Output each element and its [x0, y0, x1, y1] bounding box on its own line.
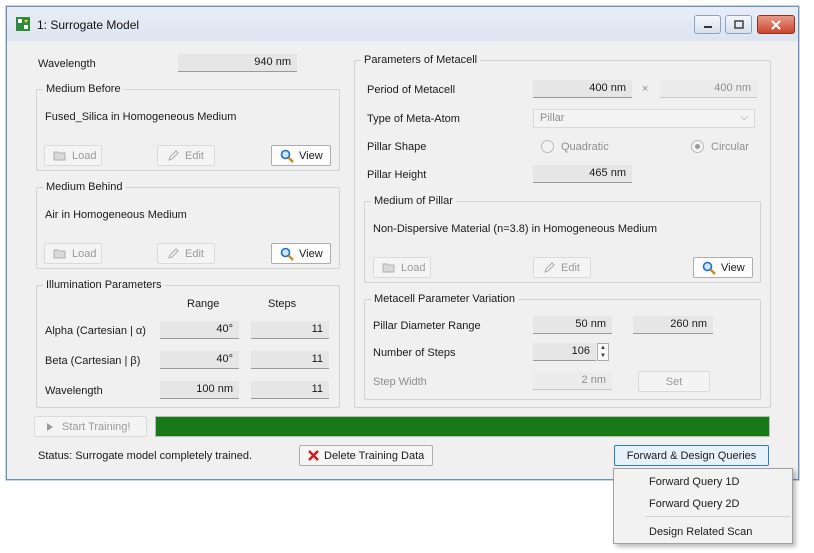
menu-item-forward-query-1d[interactable]: Forward Query 1D	[649, 476, 739, 488]
maximize-button[interactable]	[725, 15, 752, 34]
beta-steps-field[interactable]: 11	[251, 351, 329, 369]
quadratic-label: Quadratic	[561, 141, 609, 153]
pillar-diameter-max-field[interactable]: 260 nm	[633, 316, 713, 334]
close-button[interactable]	[757, 15, 795, 34]
medium-behind-edit-button[interactable]: Edit	[157, 243, 215, 264]
pillar-height-field[interactable]: 465 nm	[533, 165, 632, 183]
pencil-icon	[166, 149, 180, 163]
wavelength-label: Wavelength	[38, 58, 96, 70]
group-title: Metacell Parameter Variation	[371, 293, 519, 305]
medium-before-group: Medium Before Fused_Silica in Homogeneou…	[36, 83, 340, 171]
medium-before-description: Fused_Silica in Homogeneous Medium	[45, 111, 237, 123]
maximize-icon	[733, 19, 744, 29]
magnifier-icon	[280, 247, 294, 261]
period-x-field[interactable]: 400 nm	[533, 80, 632, 98]
spin-up-icon[interactable]: ▲	[598, 344, 608, 352]
close-icon	[771, 19, 781, 30]
group-title: Illumination Parameters	[43, 279, 165, 291]
status-text: Status: Surrogate model completely train…	[38, 450, 253, 462]
period-label: Period of Metacell	[367, 84, 456, 96]
delete-x-icon	[308, 449, 319, 463]
alpha-range-field[interactable]: 40°	[160, 321, 239, 339]
medium-behind-load-button[interactable]: Load	[44, 243, 102, 264]
number-of-steps-label: Number of Steps	[373, 347, 456, 359]
metacell-variation-group: Metacell Parameter Variation Pillar Diam…	[364, 293, 761, 400]
steps-column-header: Steps	[268, 298, 297, 310]
training-progress-bar	[155, 416, 770, 437]
progress-fill	[156, 417, 769, 436]
forward-design-queries-button[interactable]: Forward & Design Queries	[614, 445, 769, 466]
title-bar: 1: Surrogate Model	[7, 7, 798, 41]
circular-label: Circular	[711, 141, 749, 153]
medium-before-view-button[interactable]: View	[271, 145, 331, 166]
folder-icon	[382, 261, 396, 275]
pillar-diameter-label: Pillar Diameter Range	[373, 320, 481, 332]
period-y-field[interactable]: 400 nm	[660, 80, 757, 98]
meta-atom-select[interactable]: Pillar ⌵	[533, 109, 755, 128]
pencil-icon	[166, 247, 180, 261]
steps-spinner[interactable]: ▲ ▼	[597, 343, 609, 361]
pillar-shape-label: Pillar Shape	[367, 141, 427, 153]
menu-item-design-related-scan[interactable]: Design Related Scan	[649, 526, 752, 538]
set-button[interactable]: Set	[638, 371, 710, 392]
delete-training-data-button[interactable]: Delete Training Data	[299, 445, 433, 466]
meta-atom-label: Type of Meta-Atom	[367, 113, 460, 125]
chevron-down-icon: ⌵	[740, 112, 748, 123]
window-title: 1: Surrogate Model	[37, 18, 140, 32]
medium-behind-view-button[interactable]: View	[271, 243, 331, 264]
medium-of-pillar-load-button[interactable]: Load	[373, 257, 431, 278]
magnifier-icon	[280, 149, 294, 163]
surrogate-model-window: 1: Surrogate Model Wavelength 940 nm Med…	[6, 6, 799, 480]
magnifier-icon	[702, 261, 716, 275]
menu-item-forward-query-2d[interactable]: Forward Query 2D	[649, 498, 739, 510]
medium-behind-description: Air in Homogeneous Medium	[45, 209, 187, 221]
group-title: Parameters of Metacell	[361, 54, 481, 66]
illumination-group: Illumination Parameters Range Steps Alph…	[36, 279, 340, 408]
pencil-icon	[542, 261, 556, 275]
beta-range-field[interactable]: 40°	[160, 351, 239, 369]
medium-before-load-button[interactable]: Load	[44, 145, 102, 166]
folder-icon	[53, 247, 67, 261]
medium-of-pillar-view-button[interactable]: View	[693, 257, 753, 278]
group-title: Medium Before	[43, 83, 124, 95]
illumination-wavelength-label: Wavelength	[45, 385, 103, 397]
spin-down-icon[interactable]: ▼	[598, 352, 608, 360]
period-times-sign: ×	[642, 83, 649, 95]
folder-icon	[53, 149, 67, 163]
pillar-diameter-min-field[interactable]: 50 nm	[533, 316, 612, 334]
range-column-header: Range	[187, 298, 220, 310]
wavelength-steps-field[interactable]: 11	[251, 381, 329, 399]
wavelength-field[interactable]: 940 nm	[178, 54, 297, 72]
quadratic-radio[interactable]	[541, 140, 554, 153]
minimize-button[interactable]	[694, 15, 721, 34]
queries-menu: Forward Query 1D Forward Query 2D Design…	[613, 468, 793, 544]
medium-of-pillar-edit-button[interactable]: Edit	[533, 257, 591, 278]
medium-before-edit-button[interactable]: Edit	[157, 145, 215, 166]
medium-behind-group: Medium Behind Air in Homogeneous Medium …	[36, 181, 340, 269]
group-title: Medium of Pillar	[371, 195, 456, 207]
alpha-steps-field[interactable]: 11	[251, 321, 329, 339]
start-training-button[interactable]: Start Training!	[34, 416, 147, 437]
medium-of-pillar-description: Non-Dispersive Material (n=3.8) in Homog…	[373, 223, 657, 235]
metacell-parameters-group: Parameters of Metacell Period of Metacel…	[354, 54, 771, 408]
circular-radio[interactable]	[691, 140, 704, 153]
play-icon	[43, 420, 57, 434]
step-width-label: Step Width	[373, 376, 427, 388]
alpha-label: Alpha (Cartesian | α)	[45, 325, 146, 337]
medium-of-pillar-group: Medium of Pillar Non-Dispersive Material…	[364, 195, 761, 283]
pillar-height-label: Pillar Height	[367, 169, 427, 181]
number-of-steps-field[interactable]: 106	[533, 343, 596, 361]
step-width-field[interactable]: 2 nm	[533, 372, 612, 390]
group-title: Medium Behind	[43, 181, 126, 193]
beta-label: Beta (Cartesian | β)	[45, 355, 141, 367]
wavelength-range-field[interactable]: 100 nm	[160, 381, 239, 399]
minimize-icon	[703, 25, 712, 28]
menu-separator	[645, 516, 790, 517]
app-icon	[16, 17, 30, 31]
